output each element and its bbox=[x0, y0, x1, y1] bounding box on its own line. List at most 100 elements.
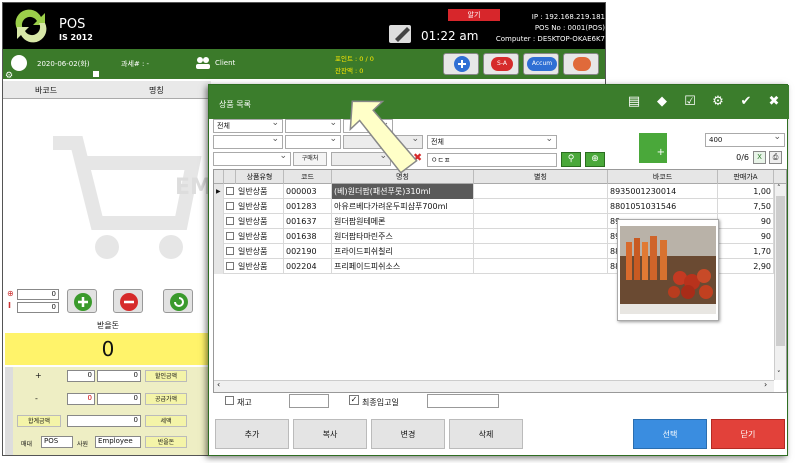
scroll-down-icon[interactable]: ˅ bbox=[777, 370, 781, 378]
refresh-button[interactable] bbox=[163, 289, 193, 313]
pen-icon[interactable] bbox=[387, 21, 415, 45]
col-barcode[interactable]: 바코드 bbox=[608, 170, 718, 184]
row-checkbox[interactable] bbox=[226, 247, 234, 255]
page-size-select[interactable]: 400 bbox=[705, 131, 785, 147]
client-label[interactable]: Client bbox=[215, 59, 235, 67]
minus-field-2[interactable]: 0 bbox=[97, 393, 141, 405]
filter-combo-7[interactable] bbox=[213, 150, 291, 166]
scroll-left-icon[interactable]: ‹ bbox=[217, 380, 220, 389]
tag-icon[interactable]: ◆ bbox=[653, 93, 671, 111]
filter-combo-5[interactable] bbox=[285, 133, 341, 149]
check-icon[interactable]: ✔ bbox=[737, 93, 755, 111]
print-icon[interactable]: ⎙ bbox=[769, 151, 782, 164]
col-type[interactable]: 상품유형 bbox=[236, 170, 284, 184]
cell-code[interactable]: 001637 bbox=[284, 214, 332, 229]
cell-alias[interactable] bbox=[474, 244, 608, 259]
plus-field-2[interactable]: 0 bbox=[97, 370, 141, 382]
cell-name[interactable]: (베)원더팜(패션푸룻)310ml bbox=[332, 184, 474, 199]
cell-type[interactable]: 일반상품 bbox=[236, 244, 284, 259]
scroll-right-icon[interactable]: › bbox=[764, 380, 767, 389]
row-checkbox[interactable] bbox=[226, 232, 234, 240]
cell-type[interactable]: 일반상품 bbox=[236, 214, 284, 229]
collapse-tab[interactable] bbox=[5, 367, 13, 455]
close-button[interactable]: 닫기 bbox=[711, 419, 785, 449]
filter-combo-4[interactable] bbox=[213, 133, 283, 149]
book-icon[interactable]: ▤ bbox=[625, 93, 643, 111]
cell-alias[interactable] bbox=[474, 259, 608, 274]
minus-field-1[interactable]: 0 bbox=[67, 393, 95, 405]
cell-code[interactable]: 002204 bbox=[284, 259, 332, 274]
cell-alias[interactable] bbox=[474, 214, 608, 229]
folder-icon[interactable]: + bbox=[639, 133, 667, 163]
cell-barcode[interactable]: 8935001230014 bbox=[608, 184, 718, 199]
last-in-checkbox[interactable]: ✓ bbox=[349, 395, 359, 405]
table-row[interactable]: ▶ 일반상품 000003 (베)원더팜(패션푸룻)310ml 893500123001… bbox=[214, 184, 786, 199]
cell-name[interactable]: 원더팜원테메론 bbox=[332, 214, 474, 229]
row-checkbox[interactable] bbox=[226, 187, 234, 195]
search-input[interactable]: ㅇㄷㅍ bbox=[427, 153, 557, 167]
cell-alias[interactable] bbox=[474, 229, 608, 244]
sa-button[interactable]: S-A bbox=[483, 53, 519, 75]
cell-name[interactable]: 프리페이드피쉬소스 bbox=[332, 259, 474, 274]
filter-combo-all[interactable]: 전체 bbox=[427, 133, 557, 149]
card-button[interactable] bbox=[563, 53, 599, 75]
cell-barcode[interactable]: 8801051031546 bbox=[608, 199, 718, 214]
accum-button[interactable]: Accum bbox=[523, 53, 559, 75]
excel-icon[interactable]: X bbox=[753, 151, 766, 164]
cell-price[interactable]: 1,00 bbox=[718, 184, 774, 199]
row-checkbox[interactable] bbox=[226, 202, 234, 210]
col-code[interactable]: 코드 bbox=[284, 170, 332, 184]
plus-button[interactable] bbox=[443, 53, 479, 75]
cell-type[interactable]: 일반상품 bbox=[236, 229, 284, 244]
cell-code[interactable]: 000003 bbox=[284, 184, 332, 199]
remove-item-button[interactable] bbox=[113, 289, 143, 313]
change-button[interactable]: 변경 bbox=[371, 419, 445, 449]
cell-price[interactable]: 1,70 bbox=[718, 244, 774, 259]
zoom-button[interactable]: ⊕ bbox=[585, 152, 605, 167]
edit-icon[interactable]: ☑ bbox=[681, 93, 699, 111]
cell-type[interactable]: 일반상품 bbox=[236, 184, 284, 199]
buyer-button[interactable]: 구매처 bbox=[293, 152, 327, 166]
table-row[interactable]: 일반상품 001283 아유르베다가려운두피샴푸700ml 8801051031546… bbox=[214, 199, 786, 214]
delete-button[interactable]: 삭제 bbox=[449, 419, 523, 449]
add-item-button[interactable] bbox=[67, 289, 97, 313]
cell-code[interactable]: 001283 bbox=[284, 199, 332, 214]
cell-alias[interactable] bbox=[474, 199, 608, 214]
cell-price[interactable]: 90 bbox=[718, 229, 774, 244]
gear-icon[interactable]: ⚙ bbox=[709, 93, 727, 111]
filter-combo-2[interactable] bbox=[285, 117, 341, 133]
cell-name[interactable]: 아유르베다가려운두피샴푸700ml bbox=[332, 199, 474, 214]
qty-field-2[interactable]: 0 bbox=[17, 302, 59, 313]
cell-type[interactable]: 일반상품 bbox=[236, 199, 284, 214]
cell-code[interactable]: 002190 bbox=[284, 244, 332, 259]
qty-field-1[interactable]: 0 bbox=[17, 289, 59, 300]
cell-alias[interactable] bbox=[474, 184, 608, 199]
search-button[interactable]: ⚲ bbox=[561, 152, 581, 167]
vertical-scroll-thumb[interactable] bbox=[776, 196, 785, 346]
copy-button[interactable]: 복사 bbox=[293, 419, 367, 449]
col-alias[interactable]: 별칭 bbox=[474, 170, 608, 184]
close-icon[interactable]: ✖ bbox=[765, 93, 783, 111]
row-checkbox[interactable] bbox=[226, 217, 234, 225]
filter-combo-1[interactable]: 전체 bbox=[213, 117, 283, 133]
gear-icon[interactable]: ⚙ bbox=[5, 71, 13, 81]
plus-field-1[interactable]: 0 bbox=[67, 370, 95, 382]
scroll-up-icon[interactable]: ˄ bbox=[777, 184, 781, 192]
stock-field[interactable] bbox=[289, 394, 329, 408]
last-in-field[interactable] bbox=[427, 394, 499, 408]
cell-type[interactable]: 일반상품 bbox=[236, 259, 284, 274]
stock-checkbox[interactable] bbox=[225, 396, 234, 405]
cell-price[interactable]: 90 bbox=[718, 214, 774, 229]
col-price[interactable]: 판매가A bbox=[718, 170, 774, 184]
cell-name[interactable]: 원더팜타마린주스 bbox=[332, 229, 474, 244]
alarm-badge[interactable]: 알기 bbox=[448, 9, 500, 21]
cell-code[interactable]: 001638 bbox=[284, 229, 332, 244]
cell-name[interactable]: 프라이드피쉬칠리 bbox=[332, 244, 474, 259]
cell-price[interactable]: 7,50 bbox=[718, 199, 774, 214]
row-checkbox[interactable] bbox=[226, 262, 234, 270]
select-button[interactable]: 선택 bbox=[633, 419, 707, 449]
totals-panel: + 0 0 할인금액 - 0 0 공급가액 합계금액 0 세액 매대 POS 사… bbox=[5, 367, 211, 455]
horizontal-scrollbar[interactable] bbox=[214, 380, 774, 392]
cell-price[interactable]: 2,90 bbox=[718, 259, 774, 274]
add-button[interactable]: 추가 bbox=[215, 419, 289, 449]
